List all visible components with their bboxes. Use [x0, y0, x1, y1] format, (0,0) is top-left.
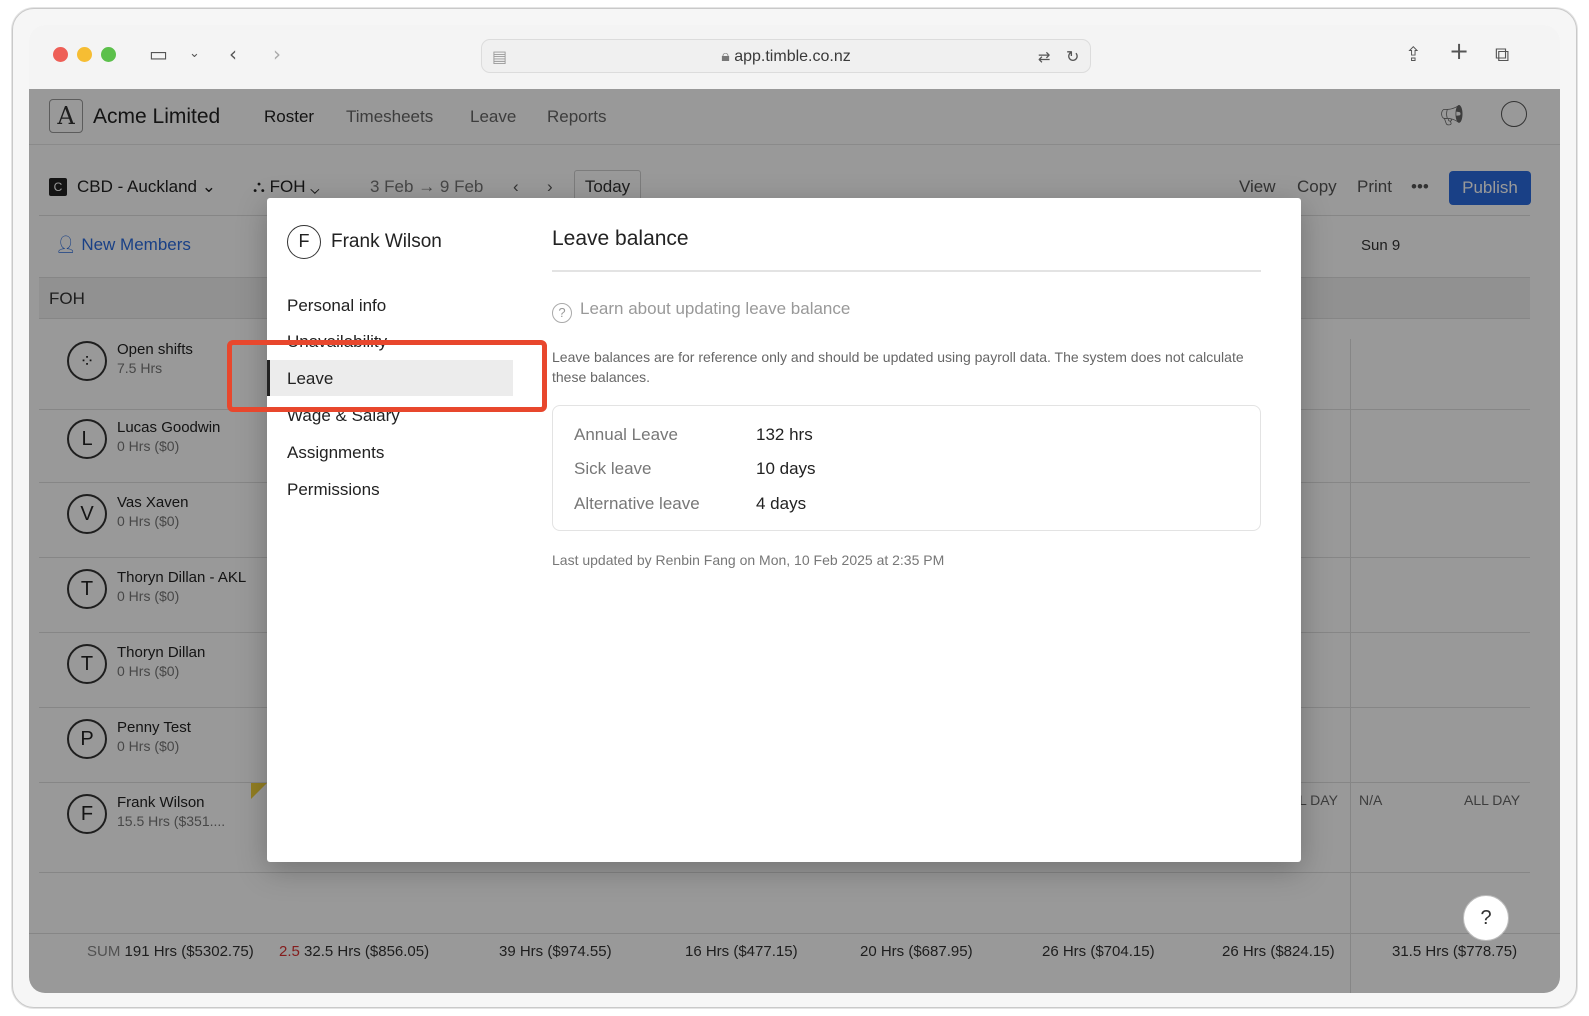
modal-employee-name: Frank Wilson [331, 231, 442, 252]
leave-balance-value: 132 hrs [756, 425, 813, 444]
back-icon[interactable]: ‹ [229, 43, 237, 65]
sidebar-icon[interactable]: ▭ [149, 43, 168, 65]
leave-balance-title: Leave balance [552, 227, 689, 250]
leave-type-label: Annual Leave [574, 425, 678, 444]
employee-modal: F Frank Wilson Personal info Unavailabil… [267, 198, 1301, 862]
url-text: 🔒︎ app.timble.co.nz [482, 48, 1090, 66]
tabs-overview-icon[interactable]: ⧉ [1495, 43, 1509, 65]
forward-icon[interactable]: › [273, 43, 281, 65]
modal-avatar: F [287, 225, 321, 259]
menu-personal-info[interactable]: Personal info [287, 296, 386, 316]
menu-permissions[interactable]: Permissions [287, 480, 380, 500]
translate-icon[interactable]: ⇄ [1038, 46, 1051, 68]
share-icon[interactable]: ⇪ [1405, 43, 1422, 65]
url-label: app.timble.co.nz [734, 48, 851, 65]
zoom-window-button[interactable] [101, 47, 116, 62]
annotation-highlight [227, 340, 547, 412]
leave-balance-value: 4 days [756, 494, 807, 513]
leave-type-label: Alternative leave [574, 494, 700, 513]
new-tab-icon[interactable]: + [1449, 39, 1469, 63]
menu-assignments[interactable]: Assignments [287, 443, 384, 463]
help-button[interactable]: ? [1463, 895, 1509, 941]
leave-balance-value: 10 days [756, 459, 816, 478]
leave-balance-table: Annual Leave 132 hrs Sick leave 10 days … [552, 405, 1261, 531]
close-window-button[interactable] [53, 47, 68, 62]
last-updated-text: Last updated by Renbin Fang on Mon, 10 F… [552, 552, 945, 568]
minimize-window-button[interactable] [77, 47, 92, 62]
reload-icon[interactable]: ↻ [1066, 46, 1079, 68]
learn-label: Learn about updating leave balance [580, 299, 851, 318]
browser-toolbar: ▭ ⌄ ‹ › ▤ 🔒︎ app.timble.co.nz ⇄ ↻ ⇪ + ⧉ [29, 25, 1560, 89]
lock-icon: 🔒︎ [721, 48, 735, 65]
question-icon: ? [552, 303, 572, 323]
learn-link[interactable]: ? Learn about updating leave balance [552, 299, 850, 323]
address-bar[interactable]: ▤ 🔒︎ app.timble.co.nz ⇄ ↻ [481, 39, 1091, 73]
chevron-down-icon[interactable]: ⌄ [189, 43, 200, 65]
leave-type-label: Sick leave [574, 459, 652, 478]
leave-note: Leave balances are for reference only an… [552, 349, 1244, 385]
title-divider [552, 270, 1261, 272]
